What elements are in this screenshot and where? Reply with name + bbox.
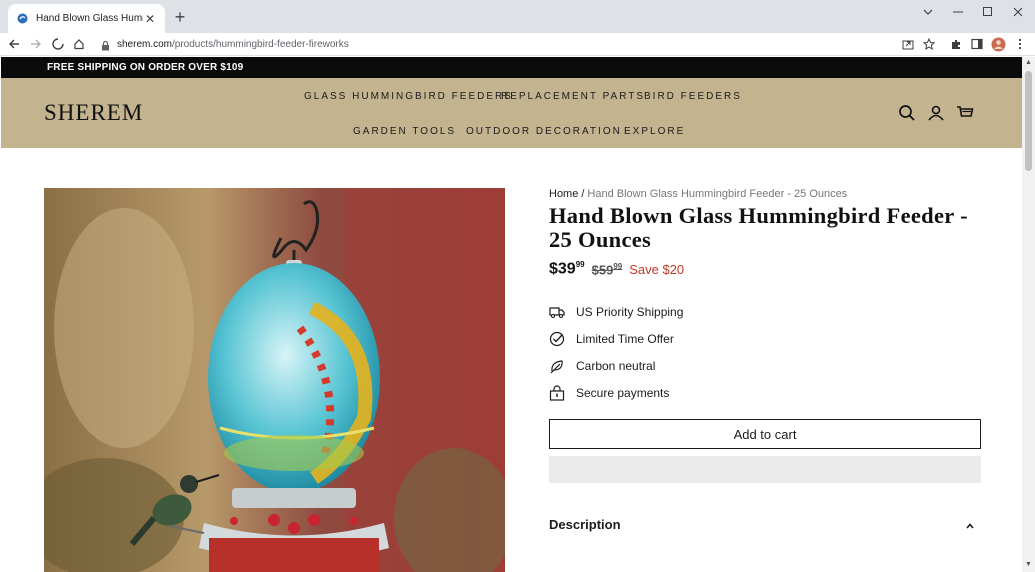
breadcrumb-separator: / [581, 188, 585, 200]
page-viewport: FREE SHIPPING ON ORDER OVER $109 SHEREM … [1, 57, 1022, 572]
scrollbar-thumb[interactable] [1025, 71, 1032, 171]
extensions-icon[interactable] [948, 36, 964, 52]
cart-icon[interactable] [956, 104, 974, 122]
site-favicon-icon [16, 13, 28, 25]
product-info: Home / Hand Blown Glass Hummingbird Feeder… [549, 188, 981, 532]
nav-explore[interactable]: EXPLORE [624, 126, 685, 137]
scroll-down-arrow-icon[interactable]: ▼ [1025, 561, 1032, 568]
feature-label: Limited Time Offer [576, 331, 674, 346]
url-path: /products/hummingbird-feeder-fireworks [172, 38, 349, 50]
leaf-icon [549, 358, 565, 374]
url-host: sherem.com [117, 38, 173, 50]
lock-icon [549, 385, 565, 401]
add-to-cart-button[interactable]: Add to cart [549, 419, 981, 450]
feature-item: Secure payments [549, 379, 981, 406]
loading-stop-icon[interactable] [50, 36, 66, 52]
breadcrumb-home[interactable]: Home [549, 188, 578, 200]
nav-garden-tools[interactable]: GARDEN TOOLS [353, 126, 456, 137]
browser-tab-strip: Hand Blown Glass Hummingbird ✕ + [0, 0, 1035, 33]
compare-price: $5999 [591, 262, 623, 278]
tab-search-icon[interactable] [913, 2, 943, 22]
side-panel-icon[interactable] [969, 36, 985, 52]
browser-toolbar: sherem.com/products/hummingbird-feeder-f… [0, 33, 1035, 56]
lock-icon[interactable] [101, 38, 111, 51]
nav-replacement-parts[interactable]: REPLACEMENT PARTS [501, 91, 645, 102]
dynamic-checkout-button[interactable] [549, 456, 981, 484]
save-badge: Save $20 [629, 262, 685, 277]
forward-icon[interactable] [28, 36, 44, 52]
breadcrumb: Home / Hand Blown Glass Hummingbird Feeder… [549, 188, 981, 200]
feature-label: Carbon neutral [576, 358, 656, 373]
share-icon[interactable] [900, 36, 916, 52]
maximize-button[interactable] [973, 2, 1003, 22]
product-title: Hand Blown Glass Hummingbird Feeder - 25… [549, 203, 968, 252]
account-icon[interactable] [927, 104, 945, 122]
tab-title: Hand Blown Glass Hummingbird [36, 13, 143, 24]
site-header: SHEREM GLASS HUMMINGBIRD FEEDERS REPLACE… [1, 78, 1022, 148]
feature-list: US Priority Shipping Limited Time Offer … [549, 298, 981, 406]
search-icon[interactable] [898, 104, 916, 122]
breadcrumb-current: Hand Blown Glass Hummingbird Feeder - 25… [587, 188, 848, 200]
minimize-button[interactable] [943, 2, 973, 22]
tab-close-icon[interactable]: ✕ [143, 12, 157, 26]
feature-label: Secure payments [576, 385, 670, 400]
feature-label: US Priority Shipping [576, 304, 684, 319]
new-tab-button[interactable]: + [171, 8, 189, 26]
page-scrollbar[interactable]: ▲ ▼ [1022, 57, 1035, 572]
check-circle-icon [549, 331, 565, 347]
close-window-button[interactable] [1003, 2, 1033, 22]
feature-item: Carbon neutral [549, 352, 981, 379]
price-block: $3999 $5999 Save $20 [549, 260, 981, 278]
nav-glass-hummingbird-feeders[interactable]: GLASS HUMMINGBIRD FEEDERS [304, 91, 513, 102]
product-image[interactable] [44, 188, 505, 572]
browser-menu-icon[interactable] [1012, 36, 1028, 52]
description-accordion[interactable]: Description [549, 517, 974, 532]
sale-price: $3999 [549, 260, 585, 278]
chevron-up-icon[interactable] [966, 517, 974, 532]
feature-item: US Priority Shipping [549, 298, 981, 325]
bookmark-star-icon[interactable] [921, 36, 937, 52]
description-label: Description [549, 517, 621, 533]
feature-item: Limited Time Offer [549, 325, 981, 352]
scroll-up-arrow-icon[interactable]: ▲ [1025, 59, 1032, 66]
profile-avatar[interactable] [990, 36, 1006, 52]
address-bar[interactable]: sherem.com/products/hummingbird-feeder-f… [95, 34, 942, 54]
announcement-bar: FREE SHIPPING ON ORDER OVER $109 [1, 57, 1022, 78]
nav-bird-feeders[interactable]: BIRD FEEDERS [644, 91, 742, 102]
truck-icon [549, 304, 565, 320]
browser-tab[interactable]: Hand Blown Glass Hummingbird ✕ [8, 4, 165, 33]
brand-logo[interactable]: SHEREM [44, 100, 143, 126]
back-icon[interactable] [6, 36, 22, 52]
nav-outdoor-decoration[interactable]: OUTDOOR DECORATION [466, 126, 622, 137]
home-icon[interactable] [71, 36, 87, 52]
